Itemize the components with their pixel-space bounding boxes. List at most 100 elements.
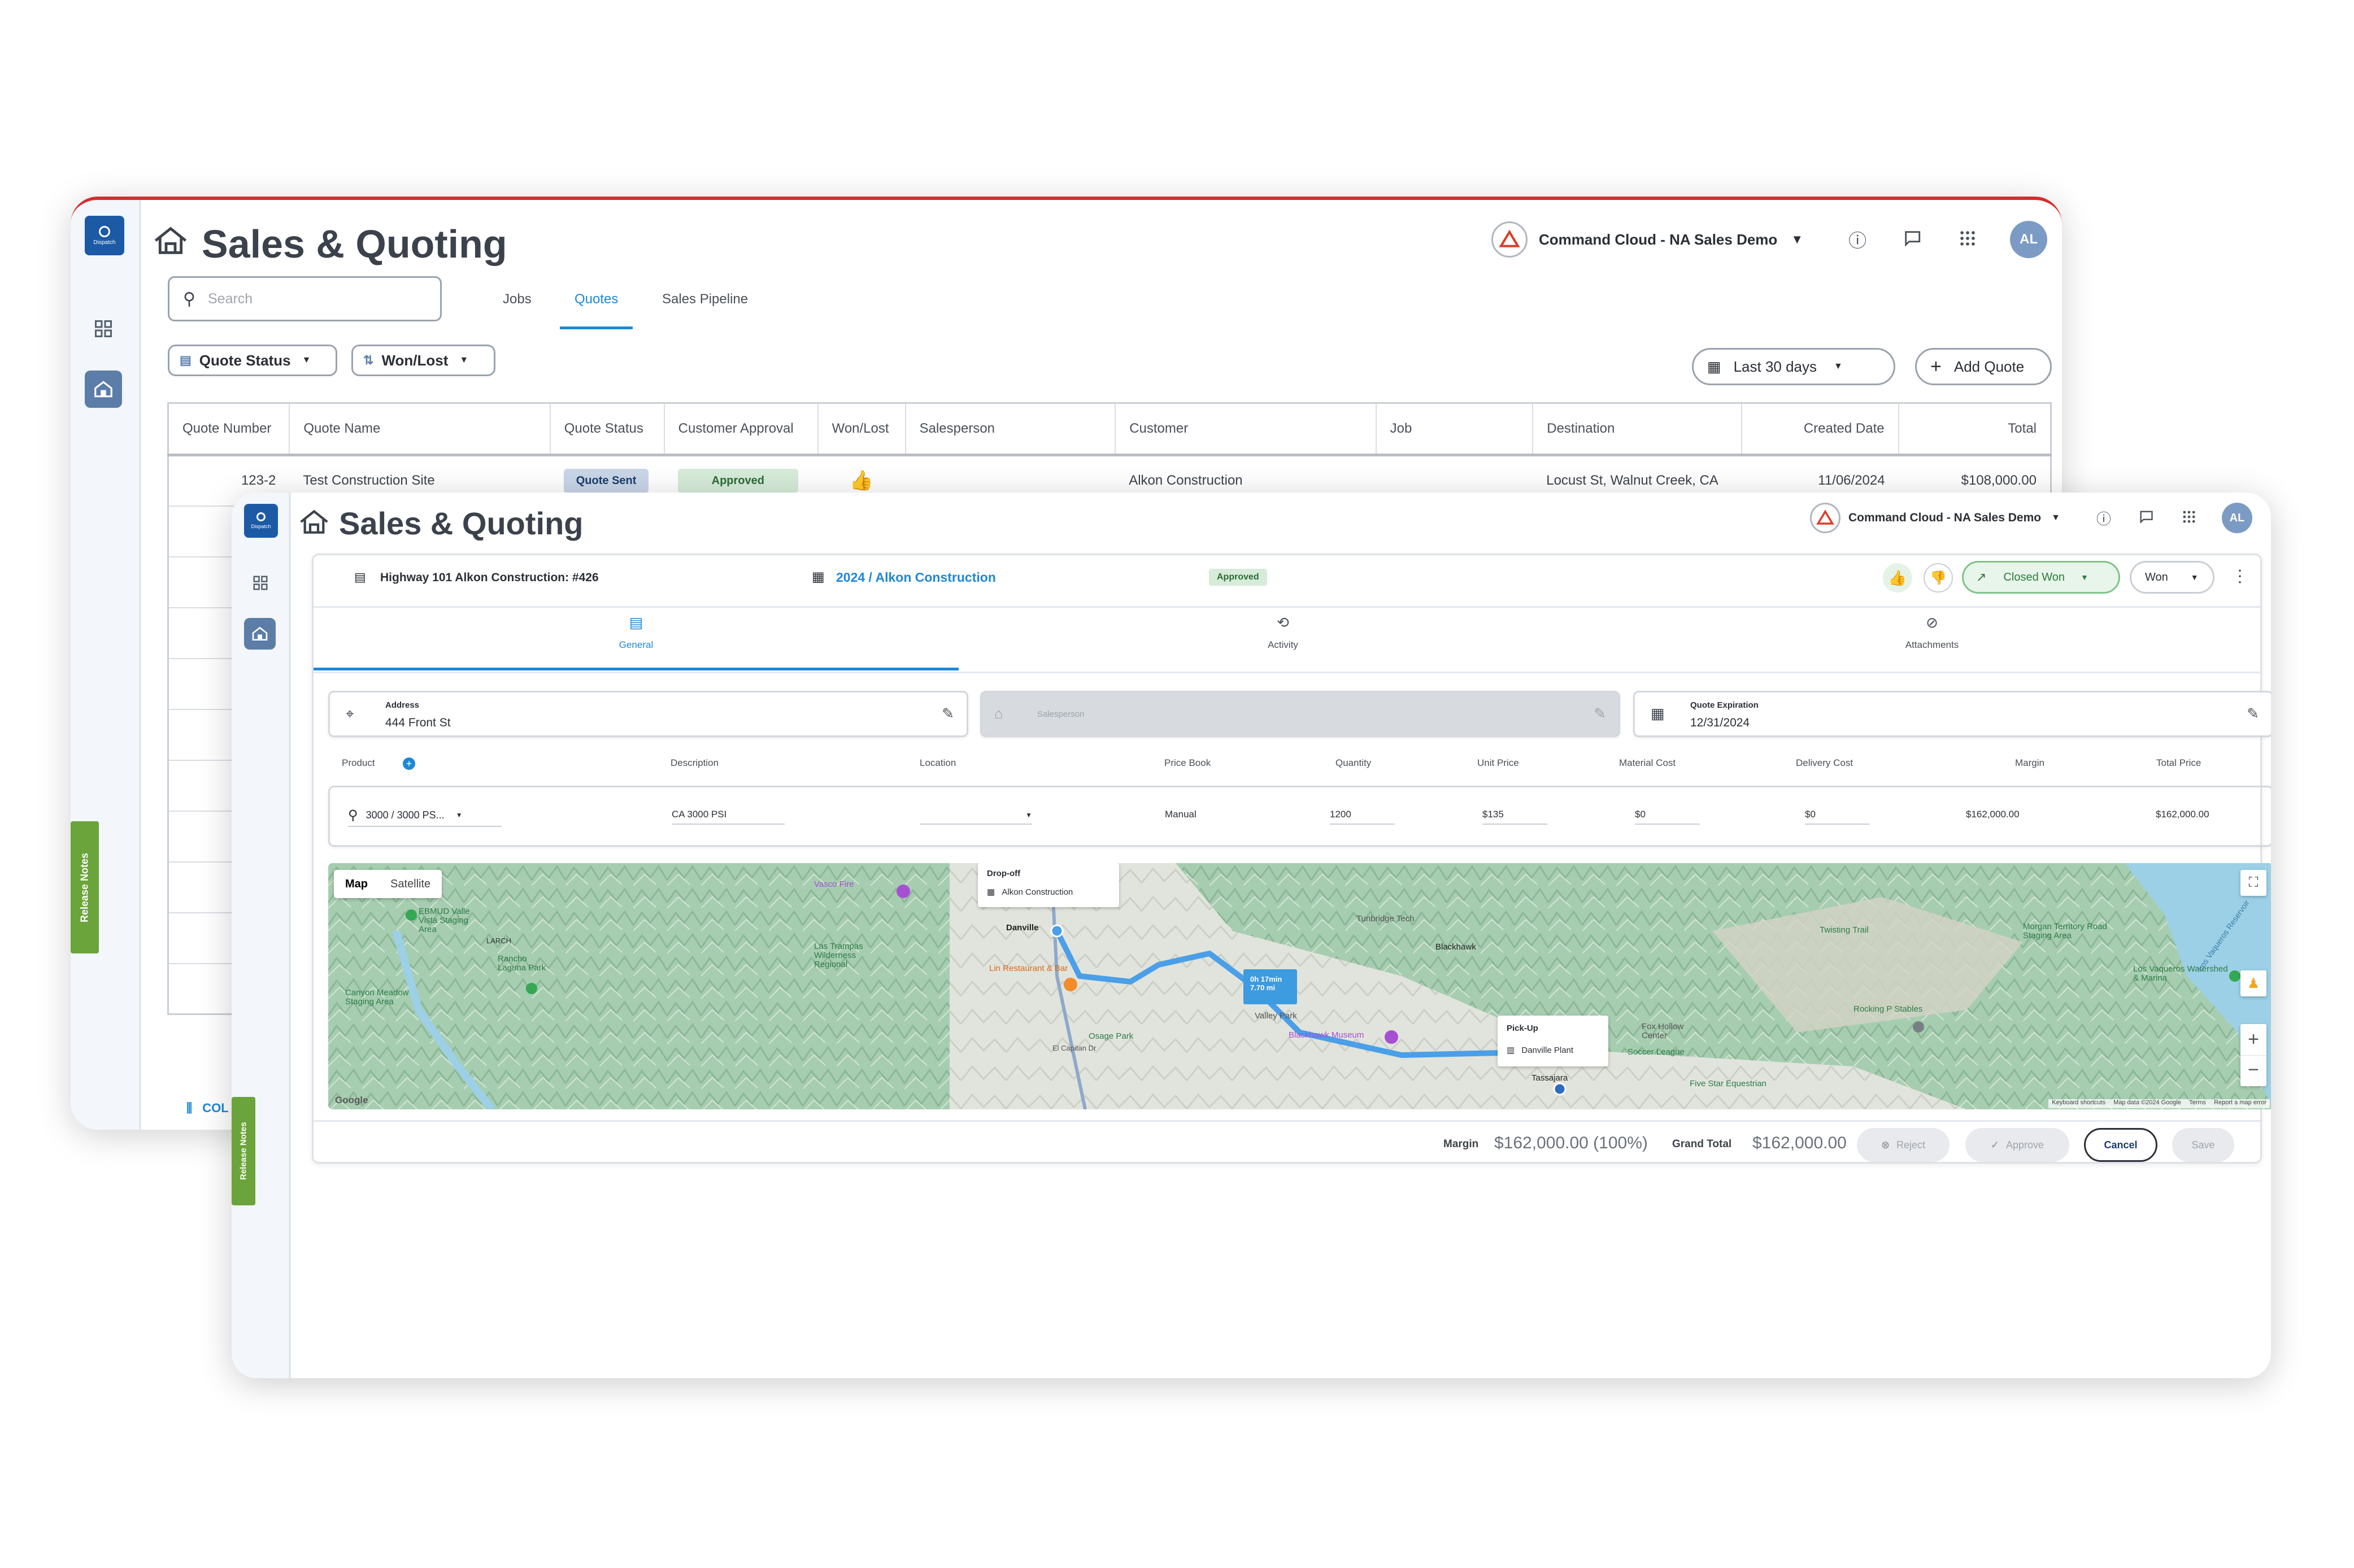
column-header[interactable]: Quote Name <box>289 403 551 456</box>
salesperson-field[interactable]: ⌂ Salesperson ✎ <box>980 691 1620 737</box>
map-label: Tassajara <box>1531 1073 1568 1083</box>
dashboard-icon[interactable] <box>92 319 115 341</box>
help-icon[interactable]: ⓘ <box>1848 227 1866 252</box>
tab-jobs[interactable]: Jobs <box>503 291 532 307</box>
keyboard-shortcuts-link[interactable]: Keyboard shortcuts <box>2052 1099 2105 1108</box>
tab-attachments[interactable]: ⊘ Attachments <box>1607 614 2257 670</box>
delivery-cost-input[interactable]: $0 <box>1805 809 1870 825</box>
column-header[interactable]: Destination <box>1533 403 1742 456</box>
column-header[interactable]: Customer Approval <box>664 403 819 456</box>
chevron-down-icon[interactable]: ▼ <box>1791 232 1803 247</box>
release-notes-tab[interactable]: Release Notes <box>71 821 99 953</box>
tab-quotes[interactable]: Quotes <box>560 291 633 329</box>
quote-expiration-field[interactable]: ▦ Quote Expiration 12/31/2024 ✎ <box>1633 691 2271 737</box>
help-icon[interactable]: ⓘ <box>2096 508 2111 529</box>
margin-value: $162,000.00 (100%) <box>1494 1134 1648 1152</box>
avatar[interactable]: AL <box>2221 503 2252 533</box>
divider <box>314 606 2260 608</box>
tab-activity[interactable]: ⟲ Activity <box>959 614 1607 670</box>
address-field[interactable]: ⌖ Address 444 Front St ✎ <box>328 691 968 737</box>
release-notes-tab[interactable]: Release Notes <box>232 1097 255 1205</box>
map-type-toggle: Map Satellite <box>334 870 442 898</box>
org-name[interactable]: Command Cloud - NA Sales Demo <box>1848 511 2041 525</box>
save-button[interactable]: Save <box>2172 1128 2234 1162</box>
zoom-out-icon[interactable]: − <box>2240 1055 2266 1086</box>
terms-link[interactable]: Terms <box>2189 1099 2206 1108</box>
column-header[interactable]: Salesperson <box>905 403 1116 456</box>
column-header: Unit Price <box>1477 757 1519 768</box>
report-error-link[interactable]: Report a map error <box>2214 1099 2266 1108</box>
cancel-button[interactable]: Cancel <box>2084 1128 2157 1162</box>
messages-icon[interactable] <box>2138 509 2154 528</box>
column-header[interactable]: Quote Number <box>168 403 290 456</box>
nav-rail: Dispatch Release Notes <box>232 493 291 1378</box>
house-icon: ⌂ <box>994 705 1003 722</box>
sales-quoting-nav-icon[interactable] <box>85 371 122 408</box>
product-select[interactable]: ⚲ 3000 / 3000 PS... ▼ <box>348 804 502 827</box>
chevron-down-icon[interactable]: ▼ <box>2051 513 2060 523</box>
columns-button[interactable]: ⫼ COL <box>186 1101 229 1116</box>
won-status-select[interactable]: Won ▼ <box>2130 561 2214 594</box>
column-header[interactable]: Created Date <box>1741 403 1899 456</box>
margin-cell: $162,000.00 <box>1966 809 2020 820</box>
thumbs-icon: ⇅ <box>363 353 374 367</box>
tab-general[interactable]: ▤ General <box>314 614 959 670</box>
description-input[interactable]: CA 3000 PSI <box>672 809 785 825</box>
zoom-in-icon[interactable]: + <box>2240 1024 2266 1055</box>
street-view-pegman-icon[interactable]: ♟ <box>2240 970 2266 996</box>
job-link[interactable]: 2024 / Alkon Construction <box>836 570 996 585</box>
column-header[interactable]: Total <box>1898 403 2051 456</box>
dispatch-logo[interactable]: Dispatch <box>85 216 124 255</box>
material-cost-input[interactable]: $0 <box>1635 809 1700 825</box>
tab-sales-pipeline[interactable]: Sales Pipeline <box>662 291 748 307</box>
column-header: Quantity <box>1335 757 1372 768</box>
fullscreen-icon[interactable]: ⛶ <box>2240 870 2266 896</box>
document-icon: ▤ <box>629 614 643 631</box>
add-quote-button[interactable]: + Add Quote <box>1915 348 2052 385</box>
approval-badge: Approved <box>677 468 798 493</box>
thumbs-up-icon[interactable]: 👍 <box>1883 563 1912 593</box>
messages-icon[interactable] <box>1903 229 1922 251</box>
edit-pencil-icon[interactable]: ✎ <box>1594 705 1606 722</box>
pickup-name: ▥ Danville Plant <box>1507 1046 1574 1055</box>
dashboard-icon[interactable] <box>250 574 271 595</box>
sales-house-icon <box>153 223 189 262</box>
column-header: Total Price <box>2156 757 2201 768</box>
column-header[interactable]: Job <box>1376 403 1534 456</box>
org-name[interactable]: Command Cloud - NA Sales Demo <box>1539 231 1777 249</box>
sales-quoting-nav-icon[interactable] <box>244 618 276 650</box>
quantity-input[interactable]: 1200 <box>1330 809 1395 825</box>
edit-pencil-icon[interactable]: ✎ <box>2247 705 2259 722</box>
quote-status-filter[interactable]: ▤ Quote Status ▼ <box>168 345 337 376</box>
more-options-icon[interactable]: ⋮ <box>2231 567 2248 586</box>
reject-button[interactable]: ⊗ Reject <box>1857 1128 1950 1162</box>
unit-price-input[interactable]: $135 <box>1482 809 1547 825</box>
thumbs-down-icon[interactable]: 👎 <box>1924 563 1953 593</box>
route-map[interactable]: Map Satellite Drop-off ▦ Alkon Construct… <box>328 863 2271 1109</box>
document-icon: ▤ <box>180 353 192 367</box>
google-attribution: Google <box>335 1095 368 1105</box>
column-header[interactable]: Won/Lost <box>817 403 906 456</box>
table-header-row: Quote Number Quote Name Quote Status Cus… <box>168 403 2051 456</box>
location-select[interactable]: ▼ <box>920 809 1032 825</box>
approve-button[interactable]: ✓ Approve <box>1965 1128 2069 1162</box>
dispatch-logo[interactable]: Dispatch <box>244 504 278 538</box>
approval-badge: Approved <box>1209 569 1267 586</box>
date-range-select[interactable]: ▦ Last 30 days ▼ <box>1692 348 1895 385</box>
column-header: Price Book <box>1164 757 1211 768</box>
close-circle-icon: ⊗ <box>1881 1139 1890 1151</box>
apps-grid-icon[interactable] <box>1958 229 1977 251</box>
edit-pencil-icon[interactable]: ✎ <box>942 705 954 722</box>
chevron-down-icon: ▼ <box>2081 573 2088 582</box>
pipeline-status-select[interactable]: ↗ Closed Won ▼ <box>1962 561 2120 594</box>
search-input[interactable]: ⚲ Search <box>168 276 442 321</box>
won-lost-filter[interactable]: ⇅ Won/Lost ▼ <box>351 345 495 376</box>
map-toggle-button[interactable]: Map <box>334 870 379 898</box>
avatar[interactable]: AL <box>2010 221 2048 258</box>
page-title: Sales & Quoting <box>339 506 584 541</box>
add-product-icon[interactable]: + <box>403 757 415 770</box>
satellite-toggle-button[interactable]: Satellite <box>379 870 442 898</box>
column-header[interactable]: Customer <box>1115 403 1377 456</box>
apps-grid-icon[interactable] <box>2181 509 2197 528</box>
column-header[interactable]: Quote Status <box>550 403 665 456</box>
